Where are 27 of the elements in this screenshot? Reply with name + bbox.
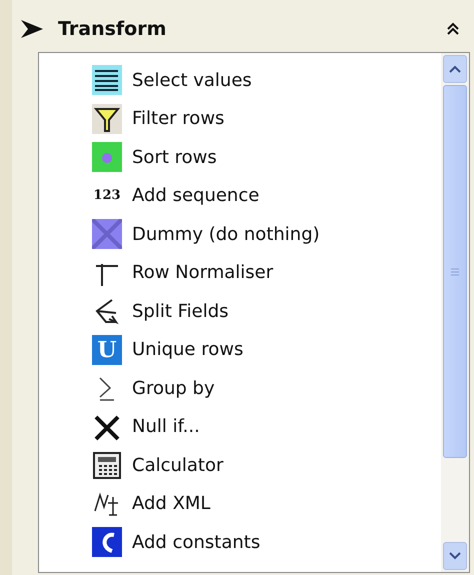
letter-icon: U — [91, 334, 123, 365]
crossed-square-icon — [91, 219, 123, 250]
step-item[interactable]: Add XML — [132, 493, 210, 514]
section-title: Transform — [58, 18, 168, 40]
arrowhead-icon — [20, 19, 44, 39]
collapse-icon[interactable] — [446, 22, 460, 36]
step-item[interactable]: Sort rows — [132, 146, 217, 168]
list-icon — [91, 65, 123, 96]
grip-icon[interactable] — [450, 266, 460, 276]
scroll-up-icon[interactable] — [449, 65, 461, 73]
curve-square-icon — [91, 527, 123, 558]
step-item[interactable]: Unique rows — [132, 339, 244, 360]
step-item[interactable]: Split Fields — [132, 300, 229, 322]
step-item[interactable]: Group by — [132, 378, 215, 399]
step-item[interactable]: Null if... — [132, 416, 200, 438]
step-item[interactable]: Dummy (do nothing) — [132, 224, 320, 245]
step-item[interactable]: Row Normaliser — [132, 262, 274, 284]
calculator-icon — [91, 450, 123, 480]
step-item[interactable]: Add constants — [132, 532, 260, 553]
scroll-down-icon[interactable] — [449, 552, 461, 560]
scrollbar[interactable] — [441, 53, 469, 572]
step-item[interactable]: Calculator — [132, 454, 224, 476]
step-item[interactable]: Add sequence — [132, 185, 260, 206]
step-item[interactable]: Select values — [132, 70, 252, 91]
number-icon: 123 — [91, 180, 123, 211]
funnel-icon — [91, 104, 123, 134]
step-item[interactable]: Filter rows — [132, 108, 224, 130]
